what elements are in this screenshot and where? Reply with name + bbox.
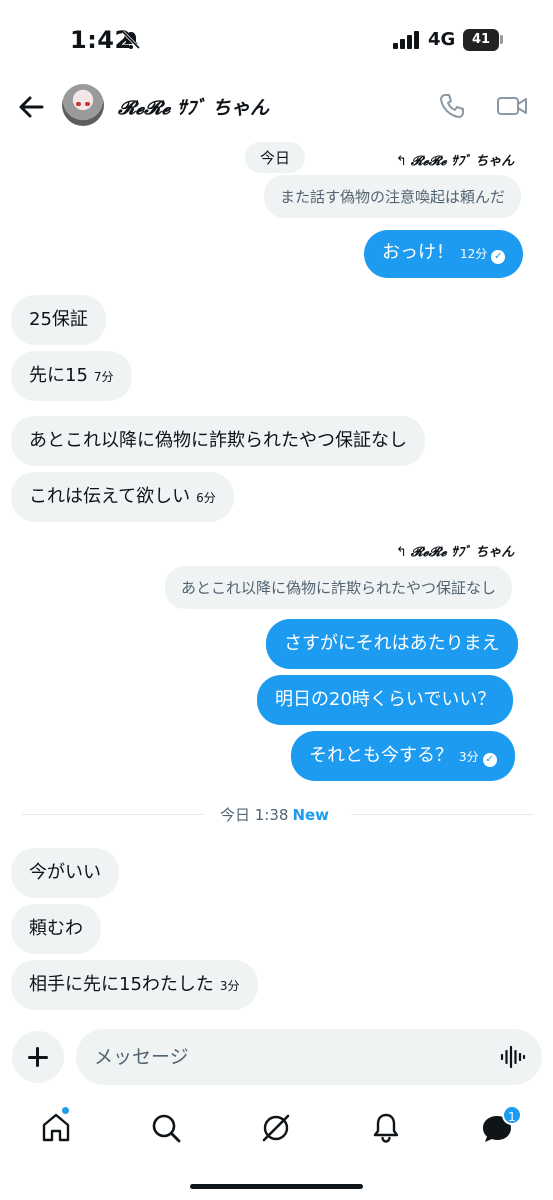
reply-label-name: 𝓡𝓮𝓡𝓮 ｻﾌﾞ ちゃん bbox=[410, 154, 515, 169]
message-time: 6分 bbox=[196, 491, 216, 505]
read-check-icon: ✓ bbox=[482, 753, 497, 767]
signal-icon bbox=[393, 31, 419, 49]
message-bubble-incoming[interactable]: 25保証 bbox=[11, 295, 106, 345]
quoted-message[interactable]: また話す偽物の注意喚起は頼んだ bbox=[264, 175, 522, 218]
bottom-nav: 1 bbox=[0, 1100, 553, 1160]
divider-text: 今日 1:38 New bbox=[220, 804, 329, 825]
contact-name[interactable]: 𝓡𝓮𝓡𝓮 ｻﾌﾞ ちゃん bbox=[118, 93, 269, 120]
bell-muted-icon bbox=[121, 30, 141, 50]
divider-time: 今日 1:38 bbox=[220, 806, 289, 824]
message-bubble-incoming[interactable]: 相手に先に15わたした 3分 bbox=[11, 960, 258, 1010]
message-text: 今がいい bbox=[29, 862, 101, 883]
home-icon[interactable] bbox=[38, 1110, 74, 1146]
message-text: 先に15 bbox=[29, 365, 88, 386]
chat-header: 𝓡𝓮𝓡𝓮 ｻﾌﾞ ちゃん bbox=[0, 80, 553, 136]
message-bubble-outgoing[interactable]: さすがにそれはあたりまえ bbox=[266, 619, 518, 669]
battery-icon: 41 bbox=[463, 29, 499, 51]
divider-line bbox=[351, 814, 533, 815]
video-icon[interactable] bbox=[496, 92, 528, 120]
message-time: 12分 bbox=[460, 247, 488, 261]
battery-nub bbox=[500, 35, 503, 44]
home-indicator bbox=[190, 1184, 363, 1189]
message-time: 3分 bbox=[219, 979, 240, 993]
message-bubble-outgoing[interactable]: 明日の20時くらいでいい？ bbox=[257, 675, 514, 725]
message-text: これは伝えて欲しい bbox=[29, 486, 191, 507]
notification-dot bbox=[61, 1106, 70, 1115]
reply-label-name: 𝓡𝓮𝓡𝓮 ｻﾌﾞ ちゃん bbox=[410, 545, 515, 560]
avatar-eye bbox=[76, 102, 81, 106]
reply-arrow-icon: ↰ bbox=[396, 545, 407, 560]
voice-icon[interactable] bbox=[500, 1045, 526, 1069]
new-label: New bbox=[292, 806, 330, 824]
add-media-button[interactable] bbox=[12, 1031, 64, 1083]
message-text: 頼むわ bbox=[29, 918, 83, 939]
reply-label: ↰ 𝓡𝓮𝓡𝓮 ｻﾌﾞ ちゃん bbox=[396, 541, 514, 560]
message-input[interactable] bbox=[94, 1039, 474, 1075]
network-type: 4G bbox=[428, 29, 456, 50]
bell-icon[interactable] bbox=[368, 1110, 404, 1146]
messages-badge: 1 bbox=[502, 1105, 522, 1125]
message-bubble-incoming[interactable]: 頼むわ bbox=[11, 904, 101, 954]
reply-label: ↰ 𝓡𝓮𝓡𝓮 ｻﾌﾞ ちゃん bbox=[396, 150, 514, 169]
phone-icon[interactable] bbox=[438, 92, 466, 120]
avatar[interactable] bbox=[62, 84, 104, 126]
grok-icon[interactable] bbox=[258, 1110, 294, 1146]
message-time: 7分 bbox=[93, 370, 114, 384]
message-composer bbox=[76, 1029, 542, 1085]
message-text: それとも今する？ bbox=[309, 745, 453, 766]
read-check-icon: ✓ bbox=[491, 250, 506, 264]
message-text: おっけ！ bbox=[382, 242, 454, 263]
reply-arrow-icon: ↰ bbox=[396, 154, 407, 169]
search-icon[interactable] bbox=[148, 1110, 184, 1146]
message-bubble-incoming[interactable]: あとこれ以降に偽物に詐欺られたやつ保証なし bbox=[11, 416, 425, 466]
message-bubble-incoming[interactable]: 先に15 7分 bbox=[11, 351, 132, 401]
message-bubble-outgoing[interactable]: おっけ！ 12分 ✓ bbox=[364, 230, 524, 278]
date-chip: 今日 bbox=[245, 142, 306, 173]
message-text: さすがにそれはあたりまえ bbox=[284, 633, 500, 654]
message-text: 明日の20時くらいでいい？ bbox=[275, 689, 496, 710]
quoted-message[interactable]: あとこれ以降に偽物に詐欺られたやつ保証なし bbox=[165, 566, 513, 609]
status-bar: 1:42 4G 41 bbox=[0, 0, 553, 80]
message-bubble-incoming[interactable]: 今がいい bbox=[11, 848, 119, 898]
message-text: 25保証 bbox=[29, 309, 88, 330]
divider-line bbox=[22, 814, 204, 815]
message-bubble-outgoing[interactable]: それとも今する？ 3分 ✓ bbox=[291, 731, 515, 781]
back-arrow-icon[interactable] bbox=[14, 90, 48, 124]
avatar-eye bbox=[85, 102, 90, 106]
message-bubble-incoming[interactable]: これは伝えて欲しい 6分 bbox=[11, 472, 234, 522]
new-messages-divider: 今日 1:38 New bbox=[22, 803, 533, 825]
message-text: 相手に先に15わたした bbox=[29, 974, 214, 995]
message-text: あとこれ以降に偽物に詐欺られたやつ保証なし bbox=[29, 430, 407, 451]
message-time: 3分 bbox=[459, 750, 479, 764]
